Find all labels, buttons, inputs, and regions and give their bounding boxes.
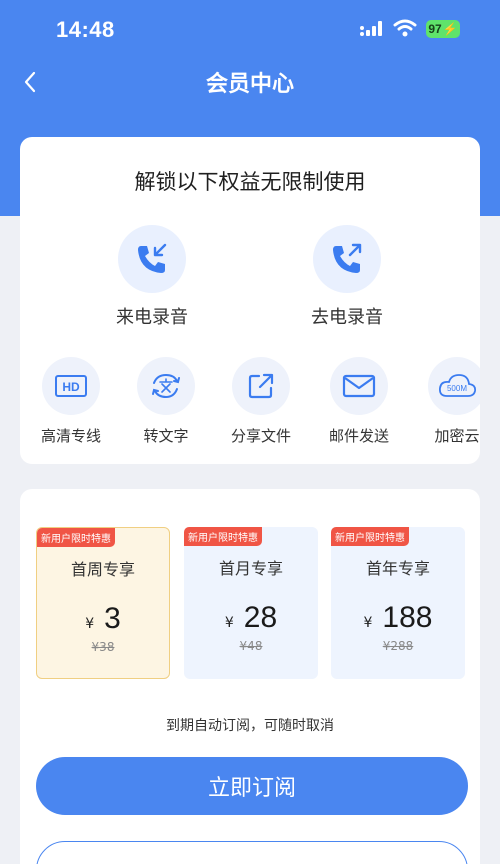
subscribe-button[interactable]: 立即订阅 <box>36 757 468 815</box>
outgoing-call-icon <box>313 225 381 293</box>
plan-name: 首周专享 <box>70 560 135 579</box>
benefit-label: 转文字 <box>143 427 189 445</box>
plan-original-price: ¥38 <box>91 640 115 654</box>
benefit-share-file[interactable]: 分享文件 <box>216 357 306 446</box>
wifi-icon <box>393 19 417 41</box>
benefit-mail-send[interactable]: 邮件发送 <box>314 357 404 446</box>
incoming-call-icon <box>118 225 186 293</box>
plan-original-price: ¥288 <box>382 639 414 653</box>
mail-icon <box>330 357 388 415</box>
plan-monthly[interactable]: 新用户限时特惠 首月专享 ¥ 28 ¥48 <box>184 527 318 679</box>
plan-badge: 新用户限时特惠 <box>331 527 409 546</box>
plans-card: 新用户限时特惠 首周专享 ¥ 3 ¥38 新用户限时特惠 首月专享 ¥ 28 ¥… <box>20 489 480 864</box>
secondary-benefits-row: HD 高清专线 转文字 分享文件 邮件发送 500M 加密云 <box>20 357 480 447</box>
plan-price: 188 <box>382 601 433 634</box>
benefit-label: 高清专线 <box>40 427 101 445</box>
plan-currency: ¥ <box>85 616 95 632</box>
plan-original-price: ¥48 <box>239 639 263 653</box>
plan-yearly[interactable]: 新用户限时特惠 首年专享 ¥ 188 ¥288 <box>331 527 465 679</box>
plan-price-row: ¥ 3 <box>37 602 169 636</box>
hd-icon: HD <box>42 357 100 415</box>
plan-currency: ¥ <box>224 615 234 631</box>
plan-currency: ¥ <box>363 615 373 631</box>
plan-price: 28 <box>243 601 278 634</box>
cloud-icon: 500M <box>428 357 480 415</box>
benefit-incoming-call[interactable]: 来电录音 <box>92 225 212 329</box>
plans-row: 新用户限时特惠 首周专享 ¥ 3 ¥38 新用户限时特惠 首月专享 ¥ 28 ¥… <box>36 527 480 679</box>
plan-badge: 新用户限时特惠 <box>37 528 115 547</box>
benefit-label: 去电录音 <box>311 307 383 328</box>
benefit-encrypted-cloud[interactable]: 500M 加密云 <box>412 357 480 446</box>
benefit-label: 加密云 <box>434 427 480 445</box>
plan-price-row: ¥ 28 <box>184 601 318 635</box>
page-title: 会员中心 <box>205 72 294 97</box>
benefit-label: 分享文件 <box>230 427 291 445</box>
svg-text:HD: HD <box>62 380 80 394</box>
charging-bolt-icon: ⚡ <box>442 22 458 36</box>
status-bar: 14:48 97 ⚡ <box>0 0 500 60</box>
cellular-signal-icon <box>359 20 385 42</box>
benefits-card: 解锁以下权益无限制使用 来电录音 去电录音 HD 高清专线 转文字 分享文件 邮… <box>20 137 480 464</box>
plan-name: 首月专享 <box>218 559 283 578</box>
benefits-title: 解锁以下权益无限制使用 <box>134 170 366 194</box>
plan-weekly[interactable]: 新用户限时特惠 首周专享 ¥ 3 ¥38 <box>36 527 170 679</box>
benefit-outgoing-call[interactable]: 去电录音 <box>287 225 407 329</box>
plan-price-row: ¥ 188 <box>331 601 465 635</box>
nav-bar: 会员中心 <box>0 60 500 104</box>
benefit-label: 来电录音 <box>116 307 188 328</box>
plan-price: 3 <box>104 602 121 635</box>
benefit-transcribe[interactable]: 转文字 <box>121 357 211 446</box>
svg-text:500M: 500M <box>447 384 467 393</box>
transcribe-icon <box>137 357 195 415</box>
benefit-hd-line[interactable]: HD 高清专线 <box>26 357 116 446</box>
auto-renew-note: 到期自动订阅，可随时取消 <box>166 718 334 734</box>
battery-level: 97 <box>428 22 442 36</box>
plan-name: 首年专享 <box>365 559 430 578</box>
share-icon <box>232 357 290 415</box>
battery-icon: 97 ⚡ <box>426 20 460 38</box>
benefit-label: 邮件发送 <box>328 427 389 445</box>
plan-badge: 新用户限时特惠 <box>184 527 262 546</box>
secondary-button[interactable] <box>36 841 468 864</box>
status-time: 14:48 <box>56 17 115 42</box>
